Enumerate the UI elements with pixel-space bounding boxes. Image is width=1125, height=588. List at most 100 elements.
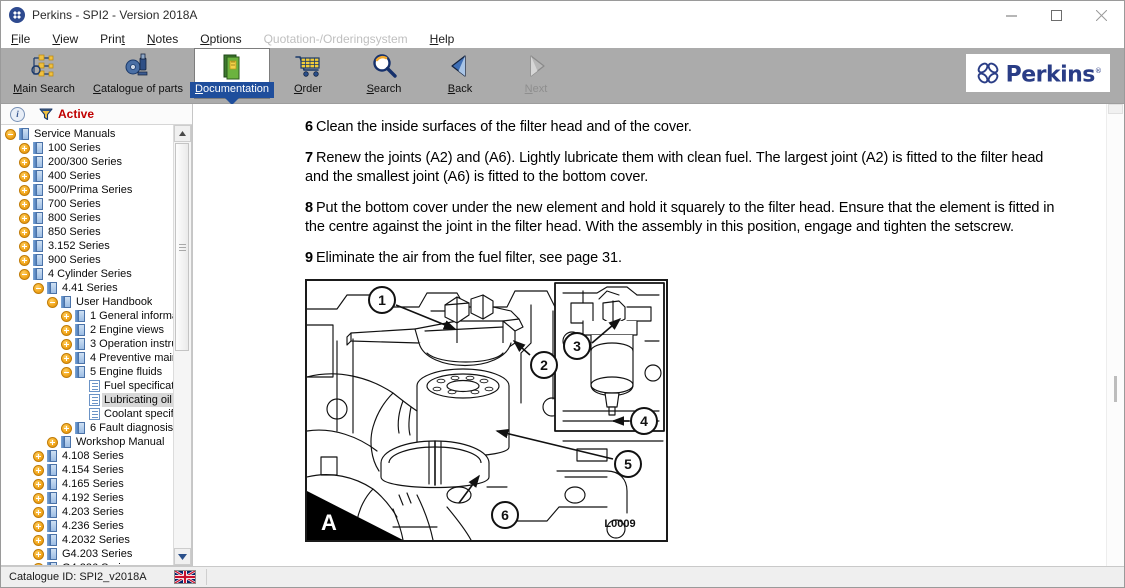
tree-node[interactable]: 900 Series (1, 253, 174, 267)
tree-node[interactable]: 100 Series (1, 141, 174, 155)
tree-expand-icon[interactable] (61, 423, 72, 434)
tree-expand-icon[interactable] (33, 451, 44, 462)
tree-node[interactable]: 4.154 Series (1, 463, 174, 477)
tree-node[interactable]: Coolant specific (1, 407, 174, 421)
toolbar-button-order[interactable]: Order (270, 48, 346, 101)
toolbar-button-back[interactable]: Back (422, 48, 498, 101)
tree-expand-icon[interactable] (19, 143, 30, 154)
tree-node-label: Lubricating oil s (102, 393, 174, 407)
tree-node[interactable]: G4.203 Series (1, 547, 174, 561)
tree-expand-icon[interactable] (19, 227, 30, 238)
menu-item-notes[interactable]: Notes (147, 32, 178, 46)
menu-label-help: elp (438, 32, 454, 46)
tree-expand-icon[interactable] (33, 479, 44, 490)
menu-item-help[interactable]: Help (430, 32, 455, 46)
tree-collapse-icon[interactable] (33, 283, 44, 294)
menu-item-print[interactable]: Print (100, 32, 125, 46)
tree-node[interactable]: 5 Engine fluids (1, 365, 174, 379)
tree-expand-icon[interactable] (19, 255, 30, 266)
info-icon[interactable]: i (10, 107, 25, 122)
tree-expand-icon[interactable] (33, 521, 44, 532)
tree-node[interactable]: Service Manuals (1, 127, 174, 141)
tree-collapse-icon[interactable] (19, 269, 30, 280)
navigation-tree[interactable]: Service Manuals100 Series200/300 Series4… (1, 127, 174, 565)
tree-node[interactable]: 4.41 Series (1, 281, 174, 295)
tree-scrollbar-thumb[interactable] (175, 143, 189, 351)
tree-node[interactable]: 200/300 Series (1, 155, 174, 169)
tree-expand-icon[interactable] (19, 199, 30, 210)
maximize-icon[interactable] (1034, 1, 1079, 29)
tree-node-label: Fuel specificatio (104, 379, 174, 393)
perkins-brand-logo: Perkins® (966, 54, 1110, 92)
tree-node[interactable]: 800 Series (1, 211, 174, 225)
tree-node[interactable]: User Handbook (1, 295, 174, 309)
tree-node[interactable]: G4.236 Series (1, 561, 174, 565)
status-separator (206, 569, 207, 585)
tree-node-label: G4.203 Series (62, 547, 132, 561)
tree-node[interactable]: 850 Series (1, 225, 174, 239)
tree-expand-icon[interactable] (19, 157, 30, 168)
menu-item-options[interactable]: Options (200, 32, 241, 46)
toolbar-button-main-search[interactable]: Main Search (6, 48, 82, 101)
tree-expand-icon[interactable] (33, 493, 44, 504)
tree-node[interactable]: 4.165 Series (1, 477, 174, 491)
menu-item-view[interactable]: View (52, 32, 78, 46)
scroll-down-icon[interactable] (174, 548, 191, 565)
tree-node[interactable]: 4 Preventive mainte (1, 351, 174, 365)
tree-node[interactable]: 4.108 Series (1, 449, 174, 463)
tree-expand-icon[interactable] (19, 171, 30, 182)
tree-node[interactable]: 700 Series (1, 197, 174, 211)
figure-callout: 5 (624, 456, 632, 472)
tree-node[interactable]: 500/Prima Series (1, 183, 174, 197)
shopping-cart-icon (293, 51, 323, 81)
tree-expand-icon[interactable] (33, 549, 44, 560)
tree-node[interactable]: 6 Fault diagnosis (1, 421, 174, 435)
tree-node[interactable]: 4.2032 Series (1, 533, 174, 547)
magnifier-icon (370, 51, 398, 81)
tree-node[interactable]: Lubricating oil s (1, 393, 174, 407)
manual-icon (61, 436, 72, 448)
tree-node[interactable]: 3.152 Series (1, 239, 174, 253)
minimize-icon[interactable] (989, 1, 1034, 29)
tree-expand-icon[interactable] (61, 353, 72, 364)
tree-expand-icon[interactable] (19, 213, 30, 224)
tree-node[interactable]: 4 Cylinder Series (1, 267, 174, 281)
toolbar-label-next: Next (525, 83, 548, 96)
tree-node[interactable]: 2 Engine views (1, 323, 174, 337)
tree-node-spacer (75, 381, 86, 392)
scroll-up-icon[interactable] (174, 125, 191, 142)
tree-collapse-icon[interactable] (61, 367, 72, 378)
toolbar-button-catalogue-of-parts[interactable]: Catalogue of parts (82, 48, 194, 101)
tree-collapse-icon[interactable] (5, 129, 16, 140)
tree-node[interactable]: Workshop Manual (1, 435, 174, 449)
uk-flag-icon[interactable] (174, 570, 196, 584)
tree-expand-icon[interactable] (47, 437, 58, 448)
document-scrollbar-thumb[interactable] (1114, 376, 1117, 402)
tree-node[interactable]: 3 Operation instruc (1, 337, 174, 351)
filter-funnel-icon[interactable] (39, 107, 53, 121)
tree-node[interactable]: 4.192 Series (1, 491, 174, 505)
tree-expand-icon[interactable] (33, 563, 44, 566)
tree-expand-icon[interactable] (19, 241, 30, 252)
paragraph-text: Renew the joints (A2) and (A6). Lightly … (305, 150, 1043, 186)
tree-expand-icon[interactable] (33, 465, 44, 476)
document-scrollbar[interactable] (1106, 104, 1124, 566)
manual-icon (75, 352, 86, 364)
close-icon[interactable] (1079, 1, 1124, 29)
tree-node[interactable]: 4.203 Series (1, 505, 174, 519)
tree-expand-icon[interactable] (61, 339, 72, 350)
tree-expand-icon[interactable] (61, 311, 72, 322)
toolbar-button-search[interactable]: Search (346, 48, 422, 101)
tree-scrollbar[interactable] (173, 125, 191, 565)
menu-item-file[interactable]: File (11, 32, 30, 46)
tree-expand-icon[interactable] (19, 185, 30, 196)
tree-node[interactable]: 400 Series (1, 169, 174, 183)
tree-node[interactable]: 4.236 Series (1, 519, 174, 533)
tree-node[interactable]: Fuel specificatio (1, 379, 174, 393)
tree-collapse-icon[interactable] (47, 297, 58, 308)
tree-expand-icon[interactable] (61, 325, 72, 336)
toolbar-button-documentation[interactable]: Documentation (194, 48, 270, 99)
tree-expand-icon[interactable] (33, 507, 44, 518)
tree-node[interactable]: 1 General informati (1, 309, 174, 323)
tree-expand-icon[interactable] (33, 535, 44, 546)
